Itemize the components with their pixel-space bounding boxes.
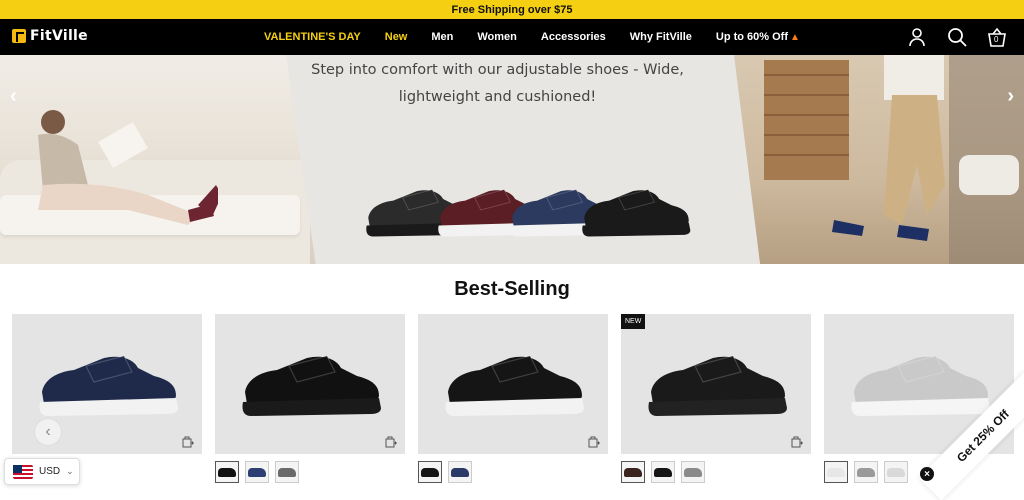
product-shoe-image [648, 355, 787, 416]
promo-text: Free Shipping over $75 [451, 3, 573, 16]
product-2-swatches [215, 461, 299, 483]
search-icon[interactable] [946, 26, 968, 48]
nav-accessories[interactable]: Accessories [541, 31, 606, 43]
swatch-shoe-thumbnail [218, 467, 236, 477]
cart-icon[interactable]: 0 [986, 26, 1008, 48]
color-swatch[interactable] [275, 461, 299, 483]
close-icon[interactable]: × [920, 467, 934, 481]
best-selling-title: Best-Selling [454, 278, 570, 300]
add-to-cart-icon[interactable] [588, 436, 600, 448]
product-card-1[interactable]: ‹ [12, 314, 202, 454]
top-nav: FitVille VALENTINE'S DAY New Men Women A… [0, 19, 1024, 55]
logo-text: FitVille [30, 28, 88, 44]
swatch-shoe-thumbnail [624, 467, 642, 477]
product-shoe-image [242, 355, 381, 416]
chevron-down-icon: ⌄ [66, 466, 74, 476]
main-menu: VALENTINE'S DAY New Men Women Accessorie… [264, 19, 824, 55]
header-icons: 0 [906, 26, 1008, 48]
hero-headline-line1: Step into comfort with our adjustable sh… [311, 62, 684, 78]
product-shoe-image [445, 355, 584, 416]
nav-sale[interactable]: Up to 60% Off ▲ [716, 31, 800, 43]
nav-why-fitville[interactable]: Why FitVille [630, 31, 692, 43]
product-shoe-image [851, 355, 990, 416]
hero-headline: Step into comfort with our adjustable sh… [300, 55, 695, 111]
promo-bar: Free Shipping over $75 [0, 0, 1024, 19]
logo-mark-icon [12, 29, 26, 43]
cart-count: 0 [994, 35, 999, 44]
color-swatch[interactable] [418, 461, 442, 483]
nav-sale-label: Up to 60% Off [715, 31, 788, 43]
product-card-4[interactable]: NEW [621, 314, 811, 454]
account-icon[interactable] [906, 26, 928, 48]
fire-icon: ▲ [790, 32, 800, 43]
color-swatch[interactable] [854, 461, 878, 483]
nav-valentines-day[interactable]: VALENTINE'S DAY [264, 31, 361, 43]
hero-banner[interactable]: Step into comfort with our adjustable sh… [0, 55, 1024, 264]
walking-man-illustration [764, 55, 1024, 264]
add-to-cart-icon[interactable] [182, 436, 194, 448]
swatch-shoe-thumbnail [887, 467, 905, 477]
nav-men[interactable]: Men [431, 31, 453, 43]
color-swatch[interactable] [681, 461, 705, 483]
nav-women[interactable]: Women [477, 31, 517, 43]
swatch-shoe-thumbnail [684, 467, 702, 477]
us-flag-icon [13, 464, 33, 479]
nav-new[interactable]: New [385, 31, 408, 43]
hero-prev-arrow[interactable]: ‹ [10, 85, 17, 108]
product-card-3[interactable] [418, 314, 608, 454]
swatch-shoe-thumbnail [278, 467, 296, 477]
currency-selector[interactable]: USD ⌄ [4, 458, 80, 485]
color-swatch[interactable] [245, 461, 269, 483]
product-card-2[interactable] [215, 314, 405, 454]
add-to-cart-icon[interactable] [385, 436, 397, 448]
color-swatch[interactable] [448, 461, 472, 483]
reading-woman-illustration [38, 110, 218, 225]
swatch-shoe-thumbnail [654, 467, 672, 477]
product-4-swatches [621, 461, 705, 483]
product-3-swatches [418, 461, 472, 483]
swatch-shoe-thumbnail [857, 467, 875, 477]
add-to-cart-icon[interactable] [791, 436, 803, 448]
swatch-shoe-thumbnail [451, 467, 469, 477]
hero-next-arrow[interactable]: › [1007, 85, 1014, 108]
fitville-logo[interactable]: FitVille [12, 28, 88, 44]
swatch-shoe-thumbnail [827, 467, 845, 477]
color-swatch[interactable] [215, 461, 239, 483]
product-5-swatches [824, 461, 908, 483]
color-swatch[interactable] [824, 461, 848, 483]
product-shoe-image [39, 355, 179, 416]
hero-shoes-illustration [366, 189, 691, 237]
hero-left-photo [0, 55, 320, 264]
color-swatch[interactable] [621, 461, 645, 483]
currency-label: USD [39, 466, 61, 477]
product-carousel-prev-button[interactable]: ‹ [34, 418, 62, 446]
new-badge: NEW [621, 314, 646, 329]
hero-right-photo [734, 55, 1024, 264]
swatch-shoe-thumbnail [421, 467, 439, 477]
swatch-shoe-thumbnail [248, 467, 266, 477]
color-swatch[interactable] [884, 461, 908, 483]
hero-headline-line2: lightweight and cushioned! [398, 89, 597, 105]
color-swatch[interactable] [651, 461, 675, 483]
